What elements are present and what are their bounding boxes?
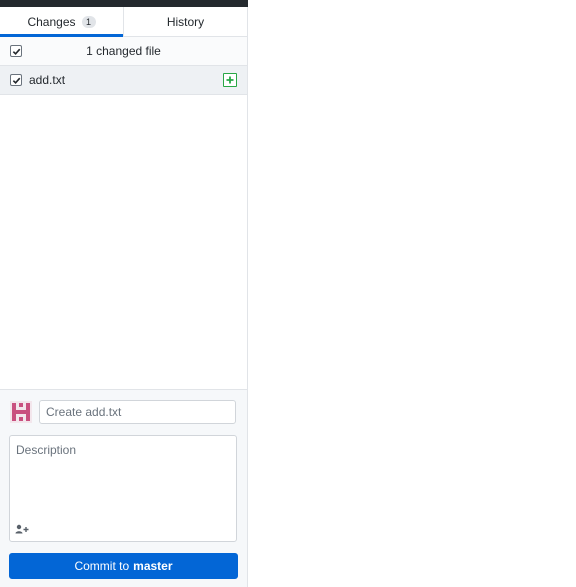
file-name: add.txt	[29, 73, 66, 87]
commit-description-box	[9, 435, 237, 542]
plus-square-icon	[223, 73, 237, 87]
select-all-checkbox[interactable]	[10, 45, 22, 57]
commit-form: Commit to master	[0, 389, 247, 587]
commit-button[interactable]: Commit to master	[9, 553, 238, 579]
commit-description-input[interactable]	[10, 436, 236, 520]
checkmark-icon	[12, 48, 20, 55]
changed-files-summary: 1 changed file	[86, 44, 161, 58]
changes-panel: Changes 1 History 1 changed file add.txt	[0, 7, 248, 587]
tab-changes-label: Changes	[27, 14, 76, 29]
person-add-icon[interactable]	[15, 524, 29, 534]
commit-branch-name: master	[133, 559, 173, 573]
tab-changes[interactable]: Changes 1	[0, 7, 123, 37]
changed-files-header: 1 changed file	[0, 37, 247, 66]
tab-history[interactable]: History	[123, 7, 247, 36]
commit-button-prefix: Commit to	[74, 559, 130, 573]
tab-bar: Changes 1 History	[0, 7, 247, 37]
file-list-item[interactable]: add.txt	[0, 66, 247, 95]
commit-summary-input[interactable]	[39, 400, 236, 424]
tab-history-label: History	[166, 14, 205, 29]
title-bar	[0, 0, 248, 7]
file-checkbox[interactable]	[10, 74, 22, 86]
changes-count-badge: 1	[81, 15, 96, 28]
checkmark-icon	[12, 77, 20, 84]
avatar	[10, 401, 32, 423]
